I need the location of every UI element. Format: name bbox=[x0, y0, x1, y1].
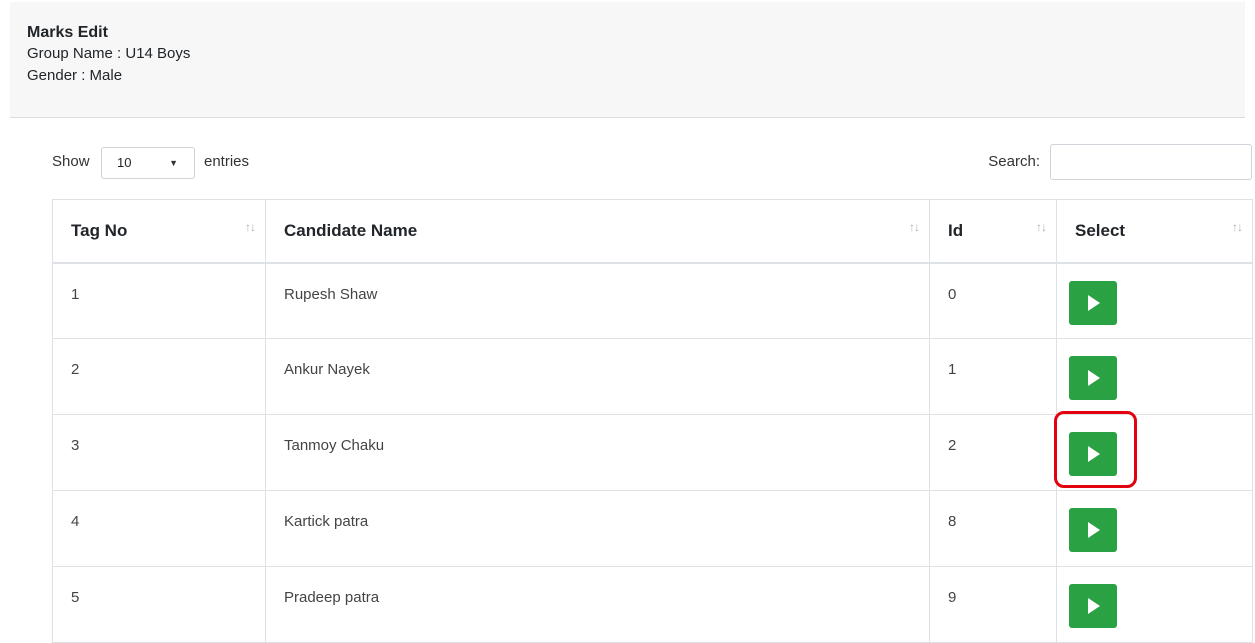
tag-no-text: 5 bbox=[71, 589, 80, 606]
gender-text: Gender : Male bbox=[27, 67, 123, 84]
candidate-name-cell: Kartick patra bbox=[265, 490, 930, 567]
column-header-select[interactable]: Select ↑↓ bbox=[1056, 199, 1253, 264]
search-input[interactable] bbox=[1050, 144, 1252, 180]
entries-label: entries bbox=[204, 153, 250, 170]
column-header-label: Tag No bbox=[71, 220, 128, 240]
candidate-name-text: Tanmoy Chaku bbox=[284, 437, 385, 454]
candidates-table: Tag No ↑↓ Candidate Name ↑↓ Id ↑↓ Select… bbox=[52, 199, 1253, 643]
id-cell: 1 bbox=[929, 338, 1057, 415]
candidate-name-text: Rupesh Shaw bbox=[284, 285, 378, 303]
id-cell: 8 bbox=[929, 490, 1057, 567]
tag-no-text: 2 bbox=[71, 361, 80, 378]
tag-no-cell: 2 bbox=[52, 338, 266, 415]
table-row: 3 Tanmoy Chaku 2 bbox=[52, 414, 1253, 491]
select-button[interactable] bbox=[1069, 432, 1117, 476]
select-cell bbox=[1056, 490, 1253, 567]
column-header-id[interactable]: Id ↑↓ bbox=[929, 199, 1057, 264]
dropdown-arrow-icon: ▼ bbox=[169, 158, 178, 168]
sort-arrows-icon: ↑↓ bbox=[909, 220, 920, 234]
sort-arrows-icon: ↑↓ bbox=[245, 220, 256, 234]
group-name-text: Group Name : U14 Boys bbox=[27, 45, 191, 62]
tag-no-text: 3 bbox=[71, 437, 80, 454]
select-cell bbox=[1056, 414, 1253, 491]
tag-no-text: 4 bbox=[71, 513, 80, 530]
candidate-name-cell: Tanmoy Chaku bbox=[265, 414, 930, 491]
column-header-label: Candidate Name bbox=[284, 220, 418, 240]
id-text: 9 bbox=[948, 589, 957, 606]
play-icon bbox=[1088, 598, 1100, 614]
select-cell bbox=[1056, 338, 1253, 415]
select-button[interactable] bbox=[1069, 584, 1117, 628]
play-icon bbox=[1088, 446, 1100, 462]
tag-no-cell: 1 bbox=[52, 262, 266, 339]
table-row: 2 Ankur Nayek 1 bbox=[52, 338, 1253, 415]
candidate-name-text: Ankur Nayek bbox=[284, 361, 370, 378]
candidate-name-cell: Rupesh Shaw bbox=[265, 262, 930, 339]
candidate-name-text: Kartick patra bbox=[284, 513, 369, 530]
column-header-label: Select bbox=[1075, 220, 1126, 240]
id-text: 2 bbox=[948, 437, 957, 454]
id-text: 0 bbox=[948, 285, 957, 303]
column-header-tag-no[interactable]: Tag No ↑↓ bbox=[52, 199, 266, 264]
select-button[interactable] bbox=[1069, 508, 1117, 552]
tag-no-cell: 4 bbox=[52, 490, 266, 567]
candidate-name-cell: Ankur Nayek bbox=[265, 338, 930, 415]
marks-edit-header: Marks Edit Group Name : U14 Boys Gender … bbox=[10, 2, 1245, 118]
page-title: Marks Edit bbox=[27, 24, 108, 41]
play-icon bbox=[1088, 522, 1100, 538]
play-icon bbox=[1088, 370, 1100, 386]
id-cell: 2 bbox=[929, 414, 1057, 491]
id-cell: 0 bbox=[929, 262, 1057, 339]
select-cell bbox=[1056, 262, 1253, 339]
tag-no-text: 1 bbox=[71, 285, 80, 303]
select-button[interactable] bbox=[1069, 280, 1117, 325]
search-label: Search: bbox=[988, 153, 1040, 170]
candidate-name-text: Pradeep patra bbox=[284, 589, 380, 606]
play-icon bbox=[1088, 294, 1100, 311]
table-header-row: Tag No ↑↓ Candidate Name ↑↓ Id ↑↓ Select… bbox=[52, 199, 1253, 264]
entries-length-value: 10 bbox=[117, 155, 132, 170]
entries-length-select[interactable]: 10 ▼ bbox=[101, 147, 195, 179]
table-row: 4 Kartick patra 8 bbox=[52, 490, 1253, 567]
table-row: 1 Rupesh Shaw 0 bbox=[52, 262, 1253, 339]
show-label: Show bbox=[52, 153, 90, 170]
column-header-candidate-name[interactable]: Candidate Name ↑↓ bbox=[265, 199, 930, 264]
select-button[interactable] bbox=[1069, 356, 1117, 400]
id-text: 1 bbox=[948, 361, 957, 378]
id-text: 8 bbox=[948, 513, 957, 530]
table-controls: Show 10 ▼ entries Search: bbox=[52, 144, 1252, 180]
column-header-label: Id bbox=[948, 220, 964, 240]
sort-arrows-icon: ↑↓ bbox=[1036, 220, 1047, 234]
sort-arrows-icon: ↑↓ bbox=[1232, 220, 1243, 234]
tag-no-cell: 3 bbox=[52, 414, 266, 491]
